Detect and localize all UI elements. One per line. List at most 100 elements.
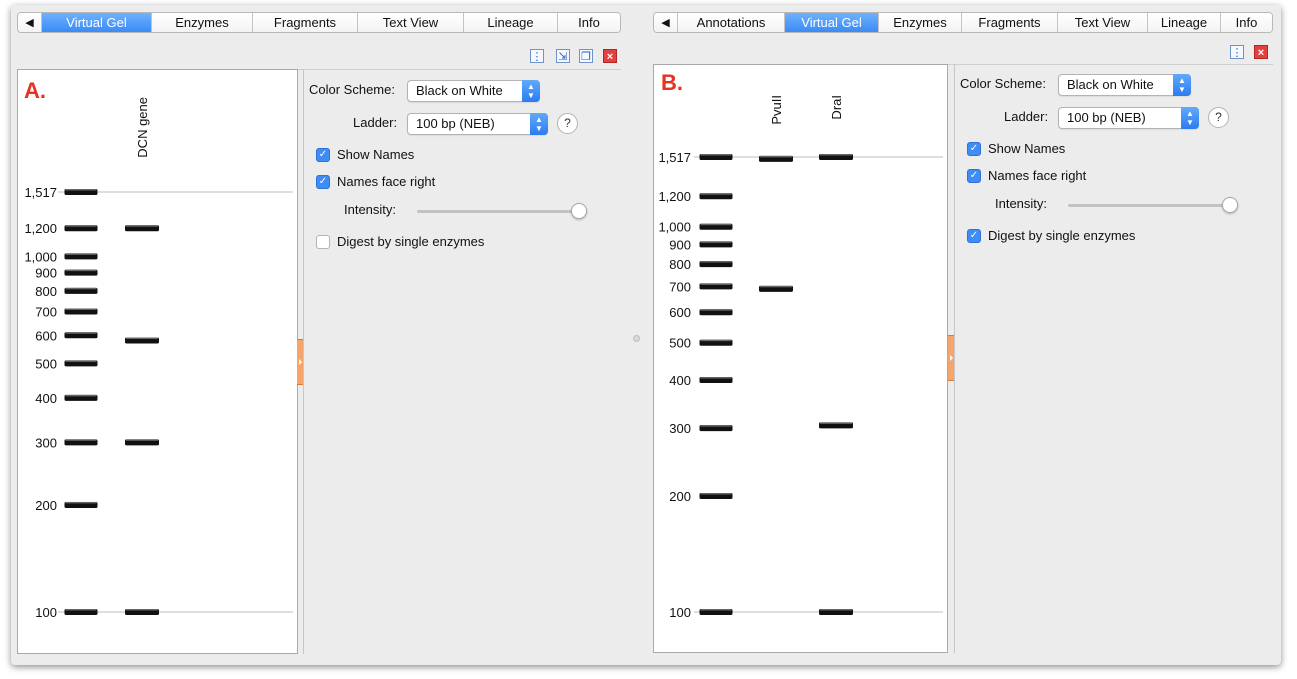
intensity-slider-knob[interactable] (1222, 197, 1238, 213)
names-face-right-label: Names face right (988, 168, 1087, 183)
ladder-label: 400 (669, 373, 691, 388)
ladder-band (699, 609, 733, 615)
ladder-label: 700 (35, 304, 57, 319)
select-arrows-icon: ▲ ▼ (1173, 74, 1191, 96)
close-icon[interactable]: × (603, 49, 617, 63)
lane-name: DraI (829, 95, 844, 120)
checkbox-box[interactable]: ✓ (967, 141, 981, 156)
ladder-label: 1,000 (24, 249, 57, 264)
help-button[interactable]: ? (1208, 107, 1229, 128)
ladder-label: 1,200 (658, 189, 691, 204)
ladder-label: 600 (35, 328, 57, 343)
tab-info[interactable]: Info (558, 13, 620, 32)
select-arrows-icon: ▲ ▼ (1181, 107, 1199, 129)
ladder-band (699, 283, 733, 290)
names-face-right-checkbox[interactable]: ✓ Names face right (316, 174, 435, 189)
ladder-label: 400 (35, 391, 57, 406)
ladder-label: 300 (35, 435, 57, 450)
intensity-slider-knob[interactable] (571, 203, 587, 219)
ladder-label: 100 (669, 605, 691, 620)
ladder-label: 1,517 (24, 185, 57, 200)
show-names-checkbox[interactable]: ✓ Show Names (967, 141, 1065, 156)
shrink-icon[interactable]: ⇲ (556, 49, 570, 63)
ladder-band (699, 154, 733, 160)
ladder-band (699, 309, 733, 316)
color-scheme-value: Black on White (1067, 77, 1154, 92)
checkbox-box[interactable] (316, 234, 330, 249)
ladder-select[interactable]: 100 bp (NEB) ▲ ▼ (1058, 107, 1199, 129)
digest-single-label: Digest by single enzymes (337, 234, 485, 249)
ladder-value: 100 bp (NEB) (416, 116, 495, 131)
pop-out-icon[interactable]: ❐ (579, 49, 593, 63)
ladder-label: 700 (669, 279, 691, 294)
window-split-dot[interactable] (633, 335, 640, 342)
ladder-label: Ladder: (353, 115, 398, 130)
ladder-label: 800 (669, 257, 691, 272)
ladder-label: 600 (669, 305, 691, 320)
intensity-slider-track[interactable] (417, 210, 579, 213)
sample-band (125, 225, 159, 232)
tab-virtual-gel[interactable]: Virtual Gel (785, 13, 879, 32)
panel-label: B. (661, 70, 683, 95)
ladder-label: 500 (669, 336, 691, 351)
tab-scroll-left[interactable]: ◀ (654, 13, 678, 32)
ladder-band (699, 425, 733, 432)
gel-canvas-a: A. 1,517 1,200 1,000 900 800 700 600 500 400 300 20… (17, 69, 298, 654)
names-face-right-checkbox[interactable]: ✓ Names face right (967, 168, 1086, 183)
show-names-checkbox[interactable]: ✓ Show Names (316, 147, 414, 162)
intensity-slider-track[interactable] (1068, 204, 1230, 207)
close-icon[interactable]: × (1254, 45, 1268, 59)
column-chooser-icon[interactable]: ⋮ (1230, 45, 1244, 59)
gel-image-b: B. 1,517 1,200 1,000 900 800 700 600 500 400 300 20… (658, 70, 943, 620)
column-chooser-icon[interactable]: ⋮ (530, 49, 544, 63)
sample-band (125, 609, 159, 615)
help-button[interactable]: ? (557, 113, 578, 134)
color-scheme-label: Color Scheme: (960, 76, 1046, 91)
ladder-band (64, 253, 98, 260)
tab-virtual-gel[interactable]: Virtual Gel (42, 13, 152, 32)
checkbox-box[interactable]: ✓ (316, 174, 330, 189)
ladder-label: 800 (35, 284, 57, 299)
digest-single-checkbox[interactable]: ✓ Digest by single enzymes (967, 228, 1135, 243)
panel-b: ◀ Annotations Virtual Gel Enzymes Fragme… (647, 5, 1281, 665)
ladder-band (64, 439, 98, 446)
checkbox-box[interactable]: ✓ (316, 147, 330, 162)
ladder-select[interactable]: 100 bp (NEB) ▲ ▼ (407, 113, 548, 135)
color-scheme-label: Color Scheme: (309, 82, 395, 97)
tab-text-view[interactable]: Text View (1058, 13, 1148, 32)
color-scheme-select[interactable]: Black on White ▲ ▼ (407, 80, 540, 102)
tab-fragments[interactable]: Fragments (962, 13, 1058, 32)
ladder-value: 100 bp (NEB) (1067, 110, 1146, 125)
tab-enzymes[interactable]: Enzymes (879, 13, 962, 32)
ladder-band (64, 609, 98, 615)
ladder-band (699, 377, 733, 384)
digest-single-label: Digest by single enzymes (988, 228, 1136, 243)
ladder-band (699, 193, 733, 200)
ladder-label: 200 (35, 498, 57, 513)
tab-info[interactable]: Info (1221, 13, 1272, 32)
sample-band (125, 337, 159, 344)
tab-lineage[interactable]: Lineage (464, 13, 558, 32)
lane-name: PvuII (769, 95, 784, 125)
ladder-band (64, 225, 98, 232)
show-names-label: Show Names (337, 147, 415, 162)
sample-band (819, 154, 853, 160)
ladder-band (64, 189, 98, 195)
tab-scroll-left[interactable]: ◀ (18, 13, 42, 32)
digest-single-checkbox[interactable]: Digest by single enzymes (316, 234, 484, 249)
tab-text-view[interactable]: Text View (358, 13, 464, 32)
ladder-label: 100 (35, 605, 57, 620)
ladder-band (699, 261, 733, 268)
tab-lineage[interactable]: Lineage (1148, 13, 1221, 32)
names-face-right-label: Names face right (337, 174, 436, 189)
checkbox-box[interactable]: ✓ (967, 168, 981, 183)
tab-bar-a: ◀ Virtual Gel Enzymes Fragments Text Vie… (17, 12, 621, 33)
tab-annotations[interactable]: Annotations (678, 13, 785, 32)
tab-fragments[interactable]: Fragments (253, 13, 358, 32)
tab-enzymes[interactable]: Enzymes (152, 13, 253, 32)
ladder-label: Ladder: (1004, 109, 1049, 124)
color-scheme-select[interactable]: Black on White ▲ ▼ (1058, 74, 1191, 96)
sample-band (819, 609, 853, 615)
ladder-label: 900 (669, 237, 691, 252)
checkbox-box[interactable]: ✓ (967, 228, 981, 243)
